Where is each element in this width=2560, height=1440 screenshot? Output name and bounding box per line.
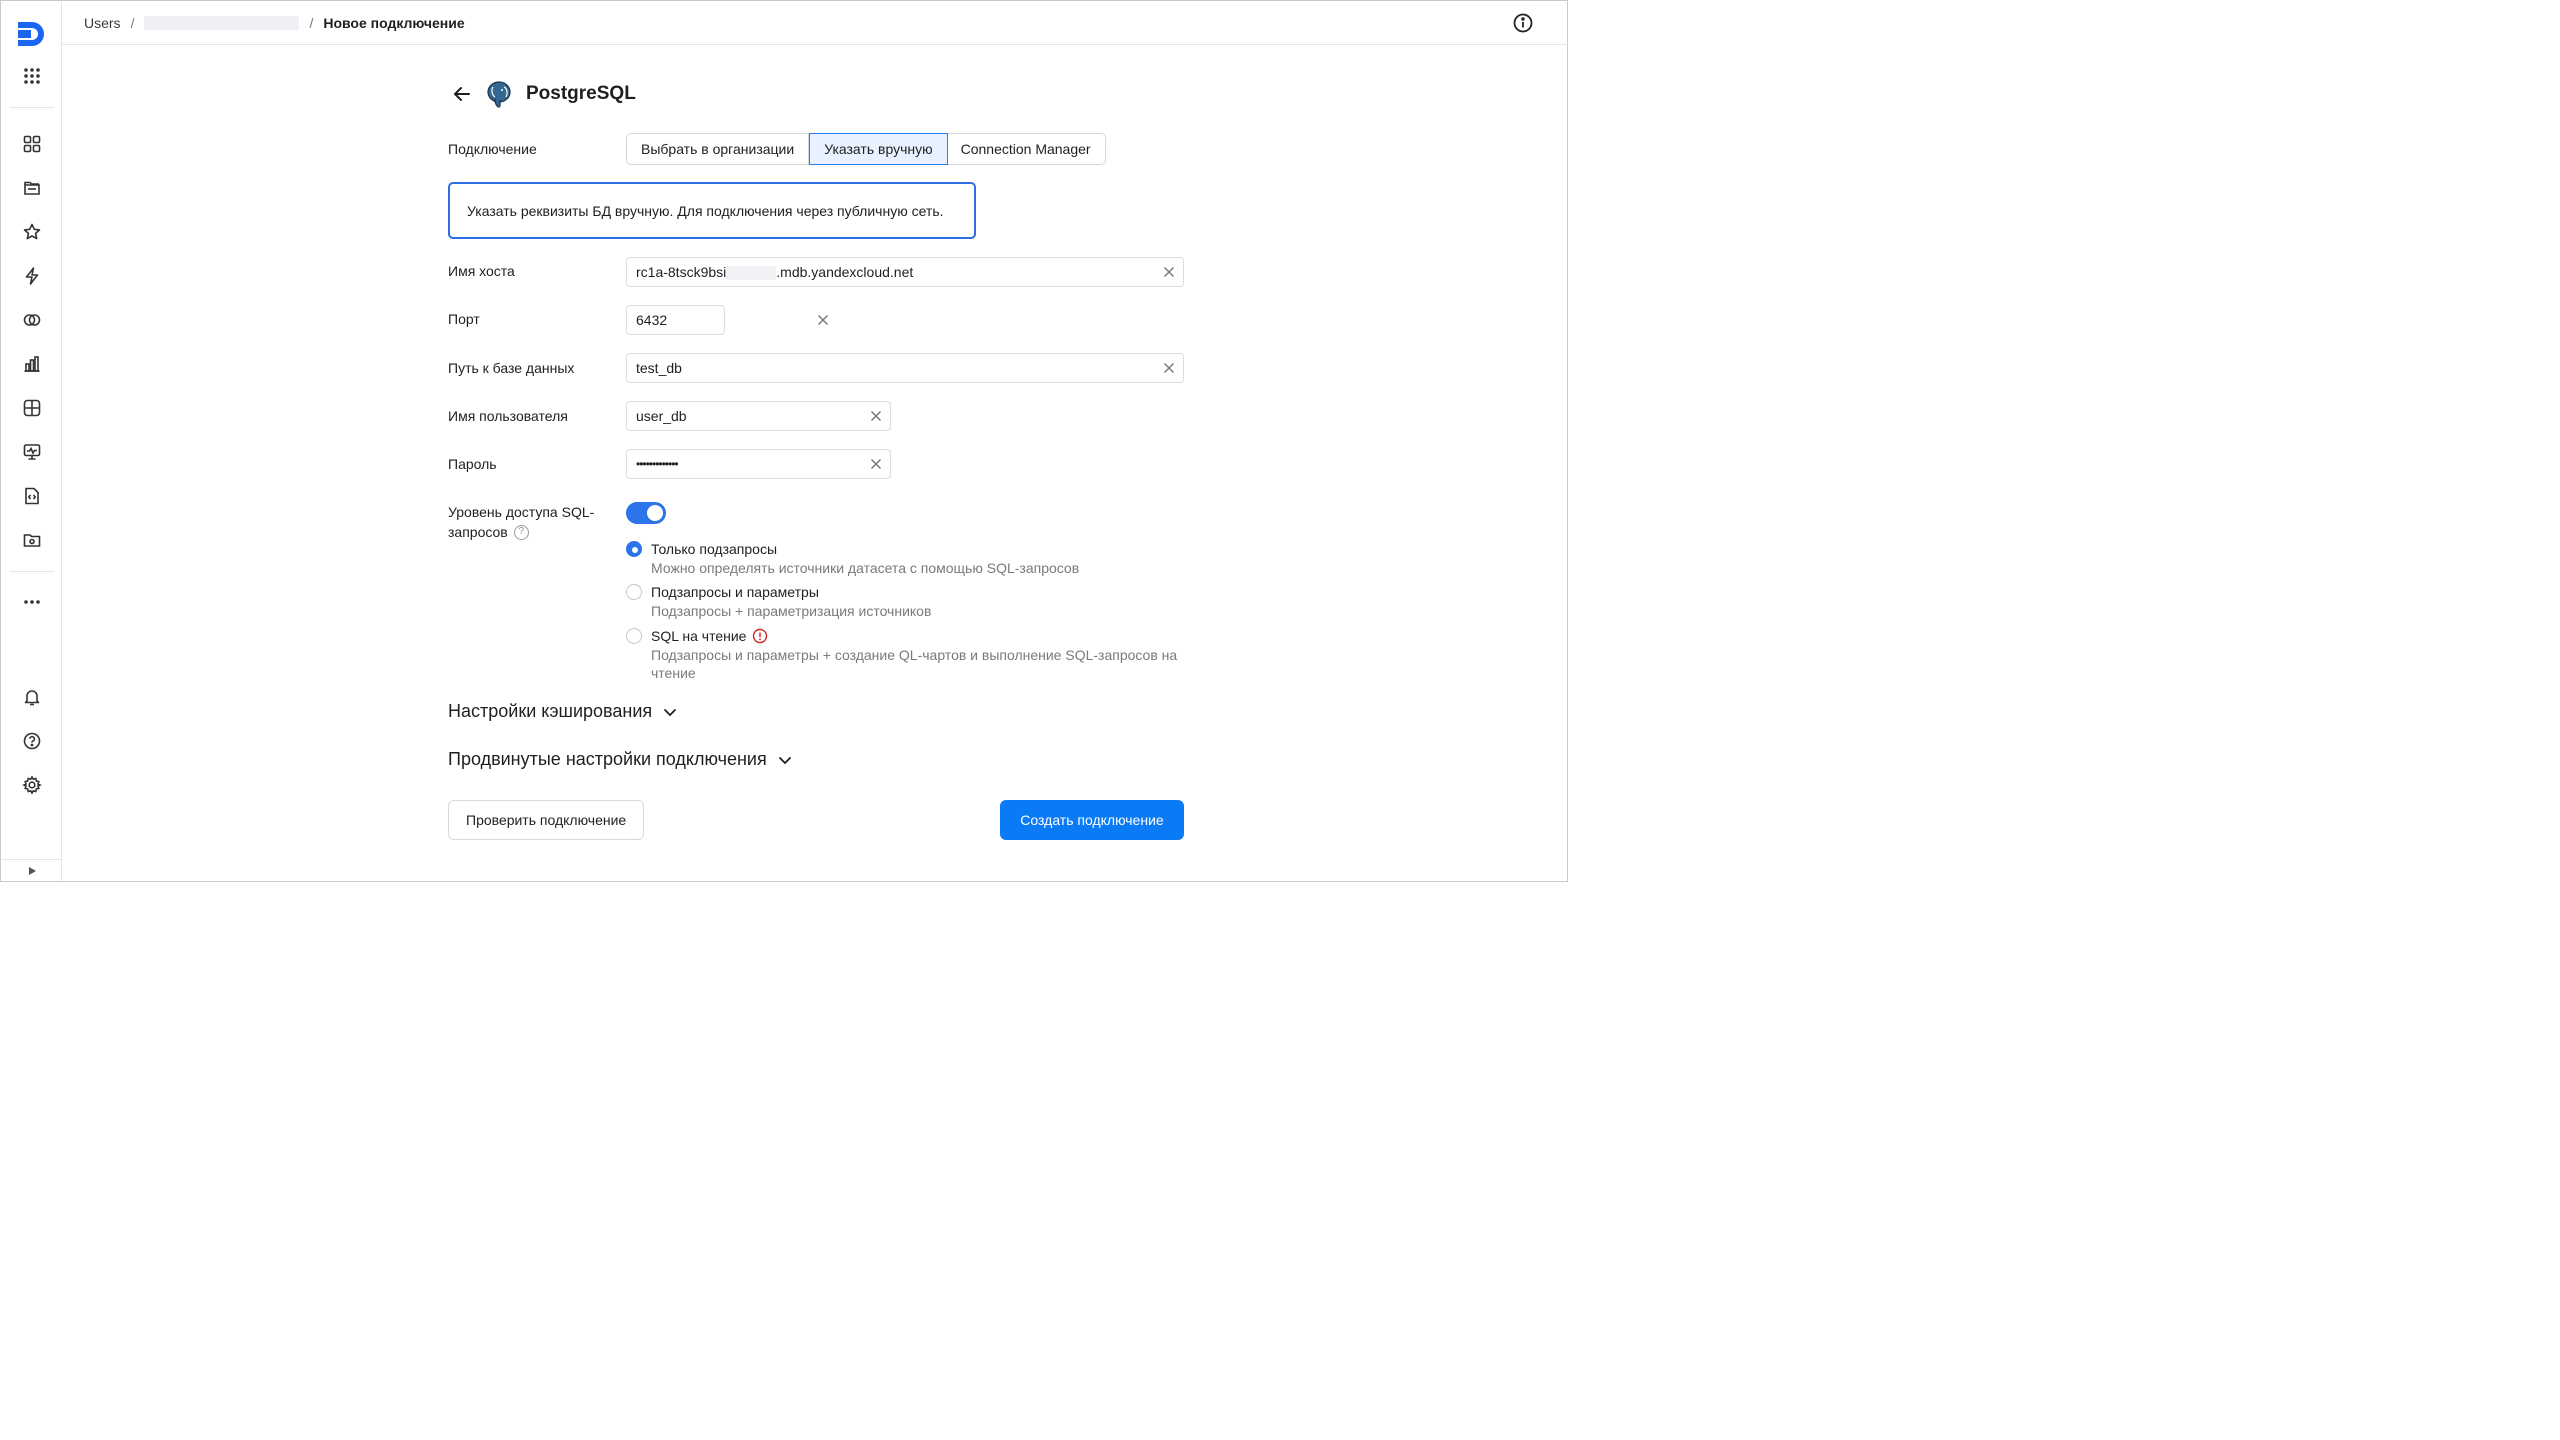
reports-icon[interactable] <box>2 390 62 426</box>
postgresql-elephant-icon <box>484 79 514 109</box>
radio-subqueries-and-params[interactable]: Подзапросы и параметры Подзапросы + пара… <box>626 582 1191 620</box>
sidebar-divider <box>10 107 54 108</box>
username-label: Имя пользователя <box>448 408 568 424</box>
clear-password-icon[interactable] <box>862 450 890 478</box>
host-redacted-part <box>726 266 777 281</box>
top-header: Users / / Новое подключение <box>62 2 1568 45</box>
radio-description: Подзапросы + параметризация источников <box>651 603 932 619</box>
clear-host-icon[interactable] <box>1155 258 1183 286</box>
collections-icon[interactable] <box>2 170 62 206</box>
radio-sql-read[interactable]: SQL на чтение Подзапросы и параметры + с… <box>626 626 1191 682</box>
clear-port-icon[interactable] <box>817 306 829 334</box>
sql-access-label: Уровень доступа SQL- запросов? <box>448 502 618 542</box>
breadcrumb-separator: / <box>309 15 314 31</box>
editor-code-icon[interactable] <box>2 478 62 514</box>
host-label: Имя хоста <box>448 263 515 279</box>
password-label: Пароль <box>448 456 497 472</box>
radio-title: Только подзапросы <box>651 541 778 557</box>
breadcrumb-current: Новое подключение <box>323 15 465 31</box>
sidebar <box>2 2 62 881</box>
settings-gear-icon[interactable] <box>2 767 62 803</box>
host-value[interactable]: rc1a-8tsck9bsi .mdb.yandexcloud.net <box>636 264 1155 281</box>
radio-subqueries-only[interactable]: Только подзапросы Можно определять источ… <box>626 539 1191 577</box>
favorites-star-icon[interactable] <box>2 214 62 250</box>
radio-description: Подзапросы и параметры + создание QL-чар… <box>651 647 1178 681</box>
tab-manual[interactable]: Указать вручную <box>809 133 948 165</box>
sql-access-label-line1: Уровень доступа SQL- <box>448 504 595 520</box>
notifications-bell-icon[interactable] <box>2 679 62 715</box>
app-window: Users / / Новое подключение PostgreSQL П… <box>0 0 1568 882</box>
apps-grid-icon[interactable] <box>2 58 62 94</box>
db-path-input[interactable] <box>636 355 1155 381</box>
datasets-icon[interactable] <box>2 302 62 338</box>
sidebar-divider <box>10 571 54 572</box>
cache-settings-section[interactable]: Настройки кэширования <box>448 701 678 722</box>
check-connection-button[interactable]: Проверить подключение <box>448 800 645 840</box>
back-arrow-icon[interactable] <box>448 80 476 108</box>
clear-username-icon[interactable] <box>862 402 890 430</box>
clear-db-path-icon[interactable] <box>1155 354 1183 382</box>
help-icon[interactable] <box>2 723 62 759</box>
warning-icon <box>753 628 768 644</box>
username-field[interactable] <box>626 401 891 431</box>
breadcrumb-users-link[interactable]: Users <box>84 15 121 31</box>
connections-bolt-icon[interactable] <box>2 258 62 294</box>
datalens-logo-icon[interactable] <box>2 14 62 54</box>
connection-label: Подключение <box>448 141 537 157</box>
monitoring-icon[interactable] <box>2 434 62 470</box>
port-input[interactable] <box>636 307 817 333</box>
db-path-field[interactable] <box>626 353 1184 383</box>
info-icon[interactable] <box>1512 12 1534 34</box>
radio-button[interactable] <box>626 628 642 644</box>
radio-button[interactable] <box>626 541 642 557</box>
charts-icon[interactable] <box>2 346 62 382</box>
connection-mode-tabs: Выбрать в организации Указать вручную Co… <box>626 133 1106 165</box>
port-label: Порт <box>448 311 480 327</box>
radio-title: Подзапросы и параметры <box>651 584 819 600</box>
create-connection-button[interactable]: Создать подключение <box>1000 800 1184 840</box>
page-title-row: PostgreSQL <box>448 79 636 109</box>
folder-icon[interactable] <box>2 522 62 558</box>
advanced-settings-title: Продвинутые настройки подключения <box>448 749 767 769</box>
sql-access-label-line2: запросов <box>448 524 508 540</box>
tab-select-in-organization[interactable]: Выбрать в организации <box>627 134 810 164</box>
tab-connection-manager[interactable]: Connection Manager <box>946 134 1105 164</box>
breadcrumb-separator: / <box>130 15 135 31</box>
advanced-settings-section[interactable]: Продвинутые настройки подключения <box>448 749 793 770</box>
radio-title: SQL на чтение <box>651 628 747 644</box>
radio-button[interactable] <box>626 584 642 600</box>
sql-access-help-icon[interactable]: ? <box>513 524 529 540</box>
dashboards-icon[interactable] <box>2 126 62 162</box>
play-triangle-icon <box>29 866 36 875</box>
sql-access-toggle[interactable] <box>626 502 666 524</box>
breadcrumb-redacted-folder[interactable] <box>144 16 300 30</box>
manual-connection-note: Указать реквизиты БД вручную. Для подклю… <box>448 182 976 239</box>
more-dots-icon[interactable] <box>2 584 62 620</box>
db-path-label: Путь к базе данных <box>448 360 575 376</box>
host-field[interactable]: rc1a-8tsck9bsi .mdb.yandexcloud.net <box>626 257 1184 287</box>
password-input[interactable]: ••••••••••••• <box>636 457 862 471</box>
chevron-down-icon <box>778 756 791 764</box>
username-input[interactable] <box>636 403 862 429</box>
breadcrumb: Users / / Новое подключение <box>84 2 465 44</box>
chevron-down-icon <box>664 708 677 716</box>
page-title: PostgreSQL <box>526 83 636 104</box>
password-field[interactable]: ••••••••••••• <box>626 449 891 479</box>
port-field[interactable] <box>626 305 828 335</box>
toggle-knob <box>647 505 663 521</box>
cache-settings-title: Настройки кэширования <box>448 701 653 721</box>
radio-description: Можно определять источники датасета с по… <box>651 560 1080 576</box>
sidebar-expand-button[interactable] <box>2 859 62 881</box>
